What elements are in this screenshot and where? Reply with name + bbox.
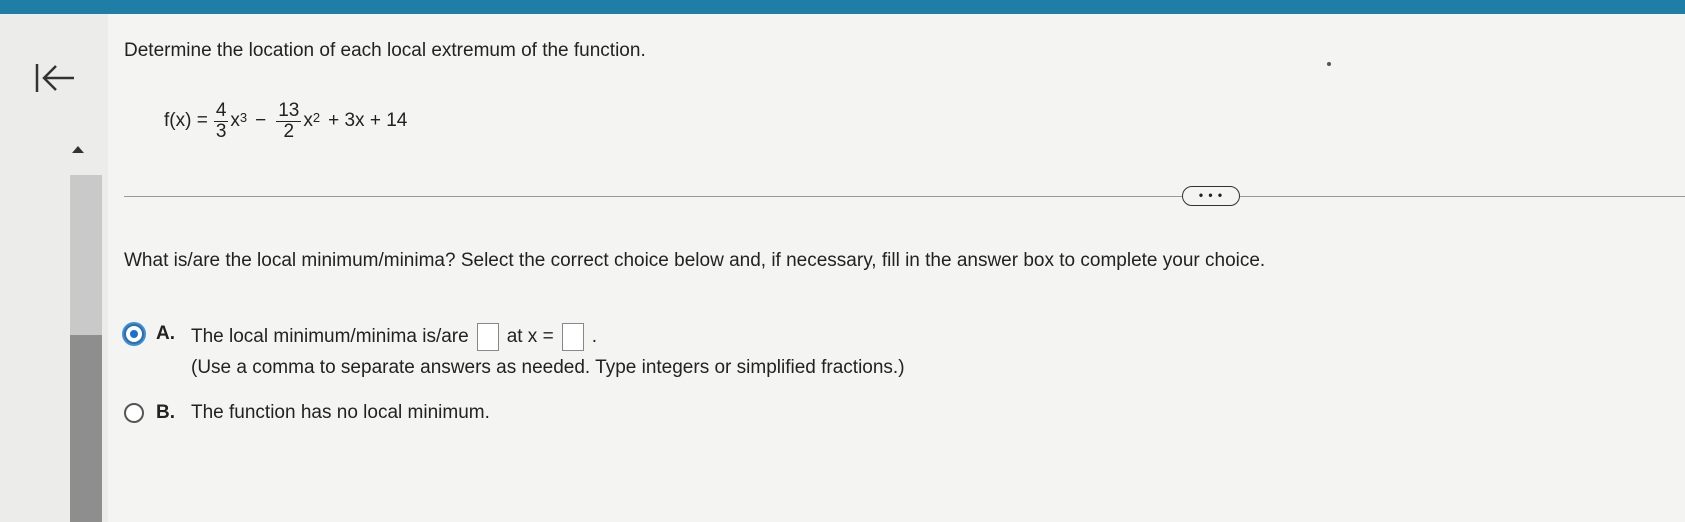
fraction-denominator: 2	[283, 120, 295, 142]
minimum-value-input[interactable]	[476, 323, 499, 351]
problem-prompt: Determine the location of each local ext…	[124, 40, 646, 61]
radio-a[interactable]	[124, 324, 144, 344]
minus-sign: −	[255, 110, 267, 131]
choice-a[interactable]: A. The local minimum/minima is/are at x …	[124, 323, 905, 379]
choice-a-line: The local minimum/minima is/are at x = .	[191, 323, 905, 351]
choice-b[interactable]: B. The function has no local minimum.	[124, 402, 490, 424]
variable-x: x	[230, 110, 240, 131]
collapse-panel-icon[interactable]	[34, 60, 76, 96]
question-panel: Determine the location of each local ext…	[124, 0, 1685, 522]
x-value-input[interactable]	[561, 323, 584, 351]
function-rest: + 3x + 14	[328, 110, 408, 131]
fraction-denominator: 3	[215, 120, 227, 142]
choice-a-text-before: The local minimum/minima is/are	[191, 326, 469, 347]
function-lhs: f(x) =	[164, 110, 208, 131]
variable-x: x	[303, 110, 313, 131]
choice-a-body: The local minimum/minima is/are at x = .…	[191, 323, 905, 379]
scroll-up-icon[interactable]	[72, 146, 84, 153]
exponent: 3	[239, 109, 248, 125]
radio-b[interactable]	[124, 403, 144, 423]
fraction-13-2: 13 2	[276, 99, 302, 142]
more-options-button[interactable]: • • •	[1182, 186, 1240, 206]
function-expression: f(x) = 4 3 x3 − 13 2 x2 + 3x + 14	[164, 92, 407, 150]
fraction-4-3: 4 3	[213, 99, 229, 142]
question-text: What is/are the local minimum/minima? Se…	[124, 250, 1266, 271]
section-divider	[124, 196, 1685, 197]
fraction-numerator: 4	[213, 99, 229, 122]
choice-a-text-after: .	[591, 326, 597, 347]
fraction-numerator: 13	[276, 99, 302, 122]
choice-a-note: (Use a comma to separate answers as need…	[191, 357, 905, 378]
choice-letter: B.	[156, 402, 175, 423]
choice-a-text-middle: at x =	[506, 326, 554, 347]
choice-b-text: The function has no local minimum.	[191, 402, 490, 423]
choice-letter: A.	[156, 323, 175, 344]
stray-dot	[1327, 62, 1331, 66]
scrollbar-thumb[interactable]	[70, 335, 102, 522]
exponent: 2	[312, 109, 321, 125]
